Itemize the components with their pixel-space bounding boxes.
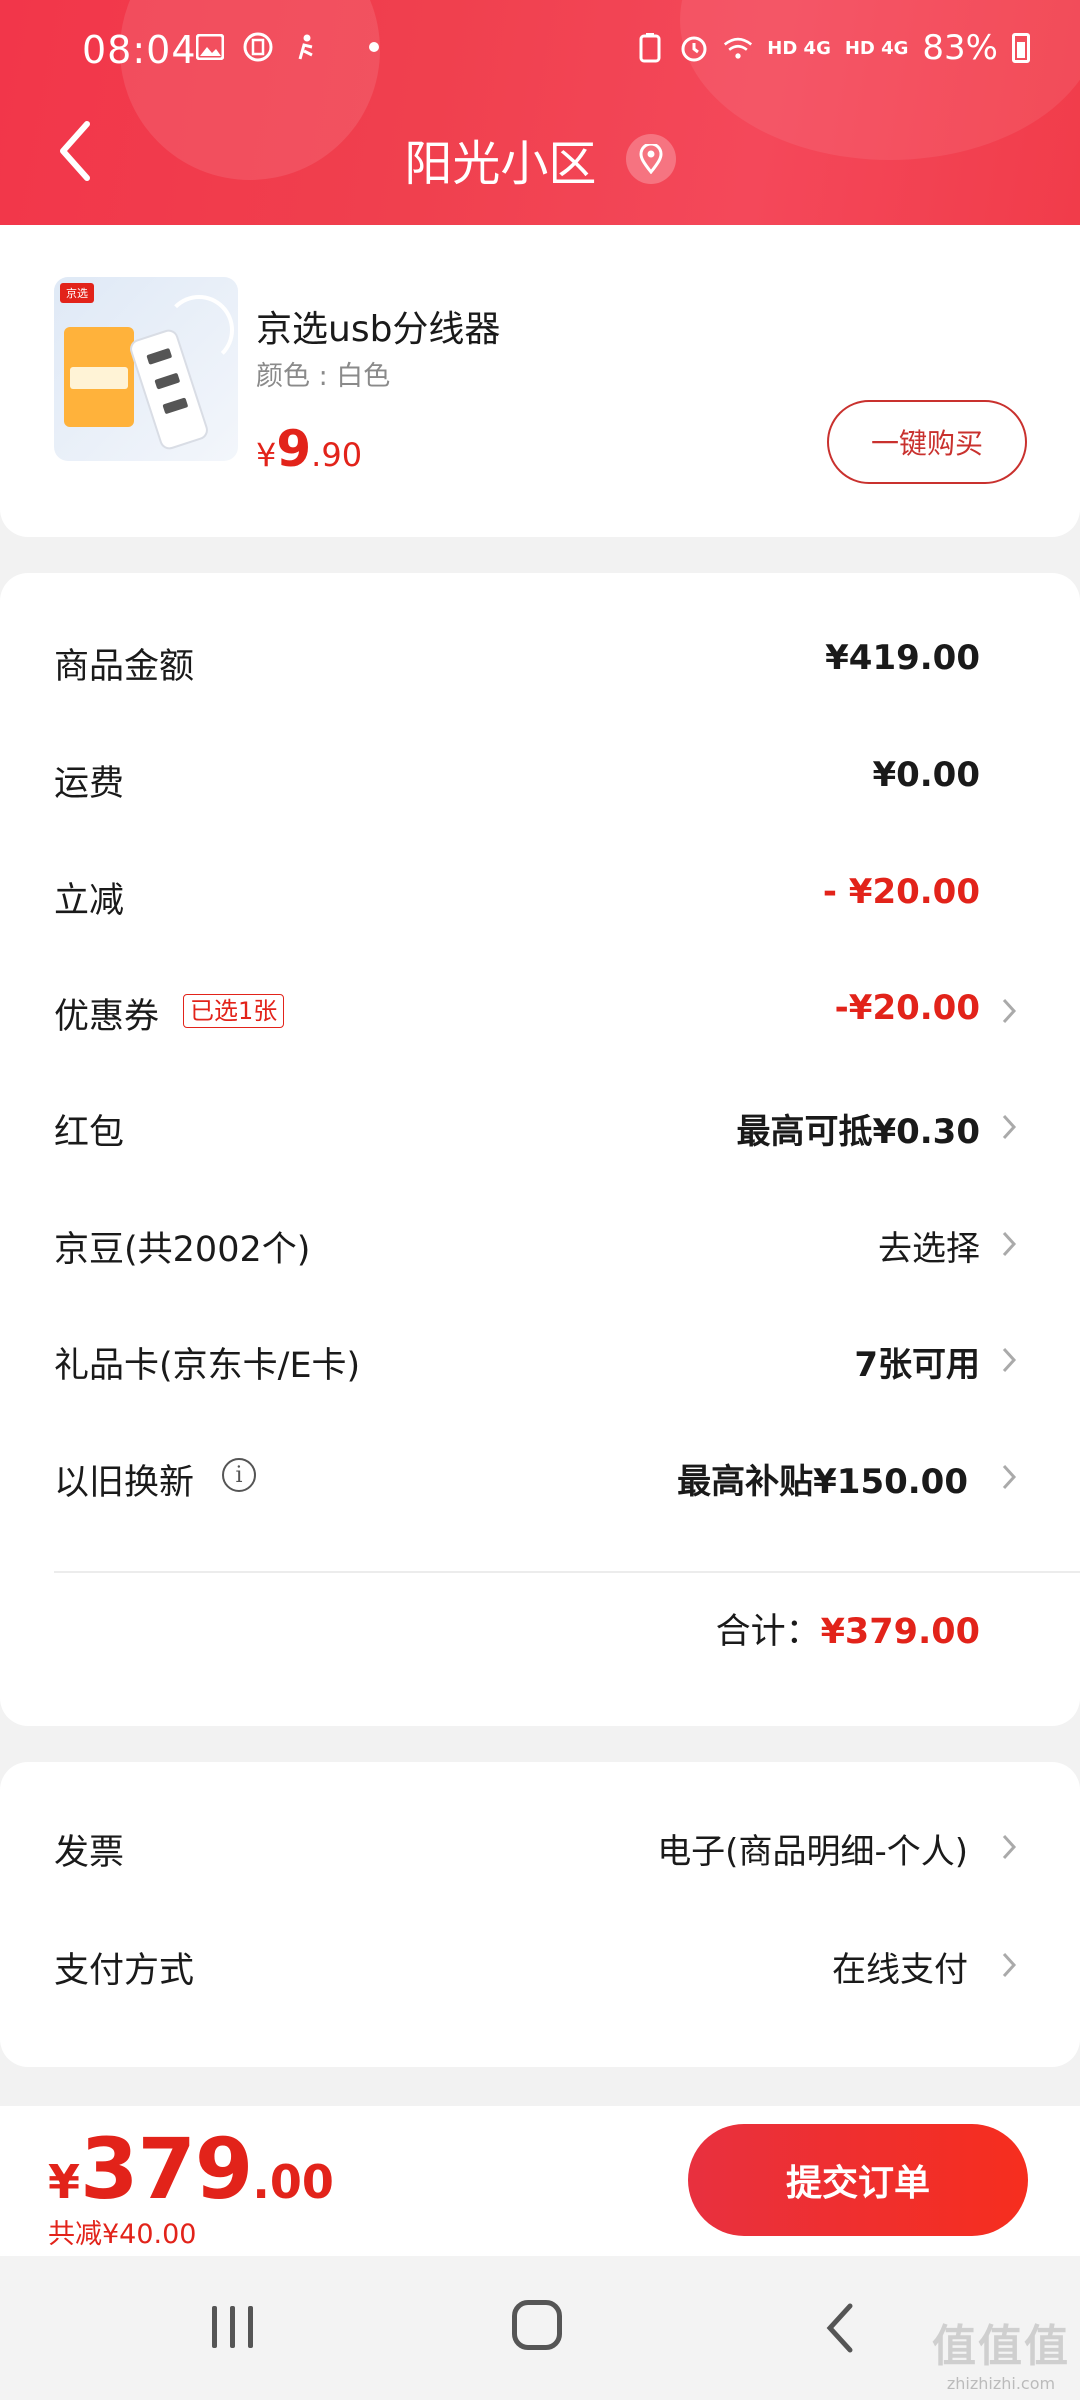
gallery-icon — [195, 32, 225, 62]
row-label: 运费 — [54, 764, 125, 804]
row-value: 在线支付 — [832, 1950, 968, 1990]
promo-badge — [64, 327, 134, 427]
chevron-right-icon — [1002, 1952, 1017, 1978]
summary-row-gift-card[interactable]: 礼品卡(京东卡/E卡) 7张可用 — [0, 1325, 1080, 1395]
status-bar: 08:04 HD 4G HD 4G 83% — [0, 0, 1080, 100]
status-notification-icons — [195, 32, 379, 62]
product-image-tag: 京选 — [60, 283, 94, 303]
chevron-right-icon — [1002, 1347, 1017, 1373]
info-icon[interactable]: i — [222, 1458, 256, 1492]
payment-method-row[interactable]: 支付方式 在线支付 — [0, 1930, 1080, 2000]
total-value: ¥379.00 — [820, 1612, 980, 1652]
submit-order-button[interactable]: 提交订单 — [688, 2124, 1028, 2236]
row-value: -¥20.00 — [834, 988, 980, 1028]
watermark-url: zhizhizhi.com — [946, 2374, 1056, 2393]
accessibility-icon — [291, 32, 321, 62]
one-click-buy-button[interactable]: 一键购买 — [827, 400, 1027, 484]
row-label: 优惠券 — [54, 997, 160, 1037]
system-navigation-bar: 值值值 zhizhizhi.com — [0, 2256, 1080, 2400]
row-value: ¥0.00 — [872, 755, 980, 795]
row-value: 最高可抵¥0.30 — [736, 1112, 980, 1152]
row-label: 发票 — [54, 1833, 125, 1873]
product-price-symbol: ¥ — [256, 436, 277, 474]
notification-dot — [369, 42, 379, 52]
row-value: 最高补贴¥150.00 — [677, 1462, 968, 1502]
home-icon[interactable] — [512, 2300, 562, 2350]
total-savings: 共减¥40.00 — [48, 2219, 197, 2250]
network-indicator: HD 4G — [844, 37, 909, 59]
battery-percent: 83% — [922, 28, 998, 68]
product-image[interactable]: 京选 — [54, 277, 238, 461]
location-pin-icon[interactable] — [625, 134, 676, 184]
checkout-price-decimal: .00 — [252, 2155, 334, 2209]
row-label: 礼品卡(京东卡/E卡) — [54, 1346, 361, 1386]
summary-row-shipping: 运费 ¥0.00 — [0, 743, 1080, 813]
row-label: 立减 — [54, 881, 125, 921]
divider — [54, 1571, 1080, 1573]
row-value: 电子(商品明细-个人) — [657, 1832, 968, 1872]
price-summary-card: 商品金额 ¥419.00 运费 ¥0.00 立减 - ¥20.00 优惠券 已选… — [0, 573, 1080, 1726]
status-time: 08:04 — [82, 28, 197, 72]
row-value: 7张可用 — [854, 1345, 980, 1385]
chevron-right-icon — [1002, 1834, 1017, 1860]
status-system-icons: HD 4G HD 4G 83% — [635, 28, 1030, 68]
product-price-integer: 9 — [276, 420, 312, 478]
site-watermark: 值值值 zhizhizhi.com — [932, 2310, 1070, 2393]
summary-row-instant-discount: 立减 - ¥20.00 — [0, 860, 1080, 930]
invoice-row[interactable]: 发票 电子(商品明细-个人) — [0, 1812, 1080, 1882]
product-price-decimal: .90 — [311, 436, 363, 474]
row-value: 去选择 — [878, 1229, 980, 1269]
recent-apps-icon[interactable] — [210, 2302, 258, 2350]
row-value: ¥419.00 — [825, 638, 980, 678]
total-label: 合计： — [715, 1612, 821, 1652]
zhi-app-icon — [243, 32, 273, 62]
chevron-right-icon — [1002, 1231, 1017, 1257]
address-title[interactable]: 阳光小区 — [0, 124, 1080, 194]
row-label: 支付方式 — [54, 1951, 195, 1991]
wifi-icon — [723, 33, 753, 63]
checkout-bar: ¥379.00 共减¥40.00 提交订单 — [0, 2106, 1080, 2256]
checkout-total-price: ¥379.00 — [48, 2120, 334, 2218]
chevron-right-icon — [1002, 998, 1017, 1024]
row-label: 红包 — [54, 1113, 125, 1153]
battery-icon — [1012, 33, 1030, 63]
summary-row-jd-beans[interactable]: 京豆(共2002个) 去选择 — [0, 1209, 1080, 1279]
header: 08:04 HD 4G HD 4G 83% 阳光小区 — [0, 0, 1080, 225]
network-indicator: HD 4G — [767, 37, 831, 59]
invoice-payment-card: 发票 电子(商品明细-个人) 支付方式 在线支付 — [0, 1762, 1080, 2067]
page-title: 阳光小区 — [404, 136, 597, 192]
chevron-right-icon — [1002, 1464, 1017, 1490]
product-price: ¥9.90 — [256, 420, 362, 478]
order-total: 合计：¥379.00 — [716, 1603, 980, 1654]
product-attribute: 颜色 : 白色 — [256, 361, 391, 392]
summary-row-coupon[interactable]: 优惠券 已选1张 -¥20.00 — [0, 976, 1080, 1046]
watermark-logo: 值值值 — [932, 2321, 1070, 2372]
battery-saver-icon — [635, 33, 665, 63]
coupon-selected-tag: 已选1张 — [183, 994, 285, 1028]
row-label: 京豆(共2002个) — [54, 1230, 311, 1270]
row-value: - ¥20.00 — [822, 872, 980, 912]
product-name: 京选usb分线器 — [256, 309, 501, 350]
checkout-price-symbol: ¥ — [48, 2155, 81, 2209]
summary-row-goods-amount: 商品金额 ¥419.00 — [0, 626, 1080, 696]
chevron-right-icon — [1002, 1114, 1017, 1140]
checkout-price-integer: 379 — [80, 2120, 253, 2218]
row-label: 以旧换新 — [54, 1463, 195, 1503]
summary-row-red-packet[interactable]: 红包 最高可抵¥0.30 — [0, 1092, 1080, 1162]
summary-row-trade-in[interactable]: 以旧换新 i 最高补贴¥150.00 — [0, 1442, 1080, 1512]
row-label: 商品金额 — [54, 647, 195, 687]
nav-back-icon[interactable] — [820, 2300, 860, 2356]
alarm-icon — [679, 33, 709, 63]
